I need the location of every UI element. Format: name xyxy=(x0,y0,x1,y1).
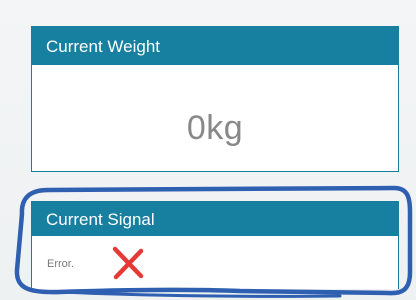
current-signal-body: Error. xyxy=(32,236,398,290)
current-weight-header: Current Weight xyxy=(32,27,398,65)
current-signal-title: Current Signal xyxy=(46,209,155,229)
signal-status-text: Error. xyxy=(47,258,74,270)
current-weight-title: Current Weight xyxy=(46,36,161,56)
current-signal-card: Current Signal Error. xyxy=(31,201,399,289)
app-screen: Current Weight 0kg Current Signal Error. xyxy=(0,0,416,300)
current-weight-card: Current Weight 0kg xyxy=(31,26,399,172)
red-x-icon xyxy=(112,246,144,280)
current-weight-value: 0kg xyxy=(186,109,244,147)
current-signal-header: Current Signal xyxy=(32,202,398,236)
